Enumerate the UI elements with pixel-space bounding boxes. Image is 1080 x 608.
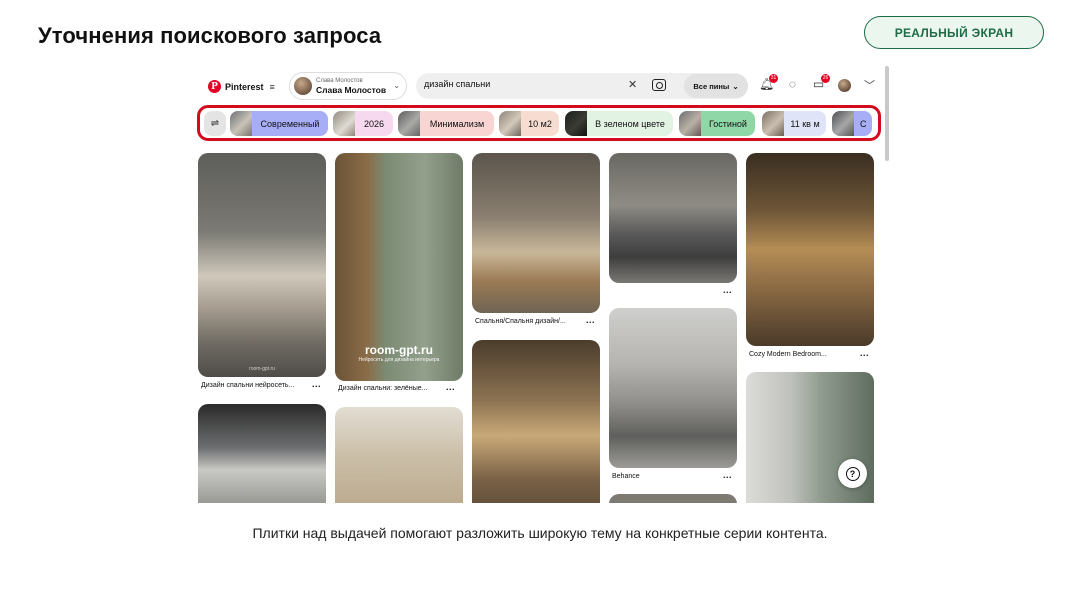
more-options-icon[interactable]: ... (312, 379, 321, 389)
pin-image[interactable] (472, 153, 600, 313)
refinement-chips: ⇌ Современный 2026 Минимализм 10 м2 В зе… (204, 111, 872, 137)
messages-badge: 26 (821, 74, 830, 83)
chip-label: Минимализм (429, 118, 485, 129)
pin-title[interactable]: Cozy Modern Bedroom... (749, 351, 827, 358)
slide-title: Уточнения поискового запроса (38, 23, 382, 48)
chip-2[interactable]: Минимализм (398, 111, 494, 136)
chip-thumbnail (832, 111, 854, 136)
chip-label: 2026 (363, 118, 385, 129)
visual-search-icon[interactable] (652, 79, 666, 91)
chip-3[interactable]: 10 м2 (499, 111, 559, 136)
more-options-icon[interactable]: ... (723, 470, 732, 480)
pin-title[interactable]: Спальня/Спальня дизайн/... (475, 318, 566, 325)
more-options-icon[interactable]: ... (723, 285, 732, 295)
pin-watermark: room-gpt.ru Нейросеть для дизайна интерье… (358, 343, 440, 363)
notifications-badge: 31 (769, 74, 778, 83)
scope-select[interactable]: Все пины ⌄ (684, 74, 748, 98)
scope-select-label: Все пины (693, 81, 730, 91)
chip-thumbnail (499, 111, 521, 136)
sliders-icon[interactable]: ⇌ (204, 111, 226, 136)
chip-7[interactable]: С (832, 111, 872, 136)
pinterest-logo[interactable]: P Pinterest ≡ (208, 80, 275, 93)
chip-thumbnail (230, 111, 252, 136)
help-icon: ? (845, 466, 860, 481)
account-caption: Слава Молостов (316, 77, 363, 84)
chip-thumbnail (762, 111, 784, 136)
chip-label: Современный (260, 118, 320, 129)
more-options-icon[interactable]: ... (860, 348, 869, 358)
chip-1[interactable]: 2026 (333, 111, 393, 136)
pinterest-screenshot: P Pinterest ≡ Слава Молостов Слава Молос… (196, 66, 890, 503)
more-options-icon[interactable]: ... (446, 382, 455, 392)
help-button[interactable]: ? (838, 459, 867, 488)
chip-thumbnail (679, 111, 701, 136)
pin-image[interactable]: room-gpt.ru (198, 153, 326, 377)
pinterest-logo-icon: P (208, 80, 221, 93)
chat-icon[interactable]: ◌ (785, 77, 800, 92)
account-name: Слава Молостов (316, 84, 387, 95)
pin-title[interactable]: Дизайн спальни нейросеть... (201, 382, 294, 389)
chip-0[interactable]: Современный (230, 111, 328, 136)
top-bar: P Pinterest ≡ Слава Молостов Слава Молос… (196, 72, 890, 102)
profile-avatar[interactable] (838, 79, 851, 92)
pin-title[interactable]: Behance (612, 473, 640, 480)
pin-image[interactable]: room-gpt.ru Нейросеть для дизайна интерье… (335, 153, 463, 381)
clear-icon[interactable]: ✕ (628, 78, 637, 91)
chip-label: 10 м2 (528, 118, 552, 129)
pin-title[interactable]: Дизайн спальни: зелёные... (338, 385, 427, 392)
avatar (294, 77, 312, 95)
chip-label: В зеленом цвете (595, 118, 665, 129)
search-bar: ✕ Все пины ⌄ (416, 73, 748, 99)
chip-label: Гостиной (709, 118, 747, 129)
pin-image[interactable] (609, 153, 737, 283)
chip-5[interactable]: Гостиной (679, 111, 755, 136)
chip-label: 11 кв м (790, 118, 820, 129)
account-switcher[interactable]: Слава Молостов Слава Молостов ⌄ (289, 72, 407, 100)
slide-caption: Плитки над выдачей помогают разложить ши… (252, 525, 828, 541)
pin-image[interactable] (472, 340, 600, 503)
pin-image[interactable] (198, 404, 326, 503)
logo-text: Pinterest (225, 81, 264, 92)
bell-icon[interactable]: 🔔︎ 31 (759, 74, 778, 92)
chip-4[interactable]: В зеленом цвете (565, 111, 673, 136)
pin-image[interactable] (335, 407, 463, 503)
real-screen-badge: РЕАЛЬНЫЙ ЭКРАН (864, 16, 1044, 49)
chip-label: С (860, 118, 867, 129)
chip-thumbnail (398, 111, 420, 136)
messages-icon[interactable]: ▭ 26 (811, 74, 830, 92)
more-options-icon[interactable]: ... (586, 315, 595, 325)
pin-image[interactable] (609, 494, 737, 503)
search-input[interactable] (424, 79, 614, 89)
chevron-down-icon[interactable]: ﹀ (864, 77, 875, 93)
menu-icon[interactable]: ≡ (270, 82, 275, 92)
pin-image[interactable] (609, 308, 737, 468)
pin-image[interactable] (746, 153, 874, 346)
chevron-down-icon: ⌄ (393, 81, 400, 90)
chevron-down-icon: ⌄ (732, 81, 739, 91)
slide: Уточнения поискового запроса РЕАЛЬНЫЙ ЭК… (0, 0, 1080, 608)
chip-thumbnail (565, 111, 587, 136)
chip-thumbnail (333, 111, 355, 136)
chip-6[interactable]: 11 кв м (762, 111, 826, 136)
